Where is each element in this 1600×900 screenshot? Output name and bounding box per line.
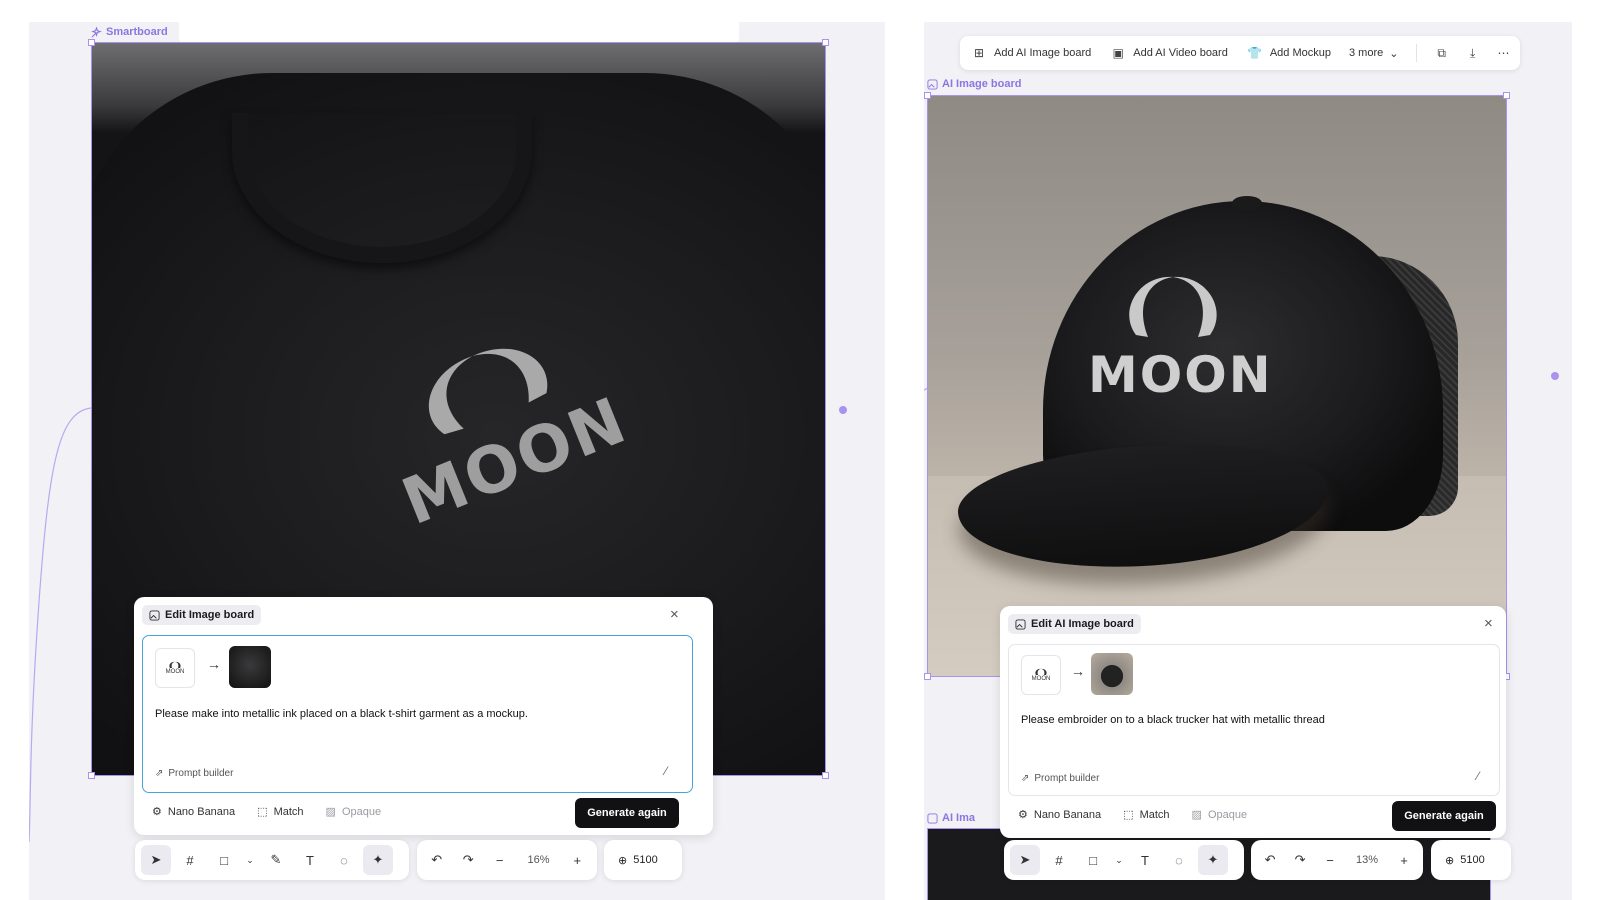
magic-wand-icon[interactable]: ⁄: [665, 764, 667, 778]
more-dropdown[interactable]: 3 more ⌄: [1349, 47, 1398, 60]
chevron-down-icon[interactable]: ⌄: [1112, 855, 1126, 866]
credits-toolbar[interactable]: ⊕ 5100: [1431, 840, 1511, 880]
add-mockup-button[interactable]: 👕 Add Mockup: [1246, 46, 1331, 60]
video-plus-icon: ▣: [1112, 46, 1124, 60]
gear-icon: ⚙: [152, 806, 162, 818]
moon-logo-embroidery: MOON: [1088, 271, 1271, 404]
edit-ai-image-panel: Edit AI Image board × MOON → Please embr…: [1000, 606, 1506, 838]
image-plus-icon: ⊞: [973, 46, 985, 60]
generate-again-button[interactable]: Generate again: [1392, 801, 1496, 831]
connection-dot[interactable]: [1551, 372, 1559, 380]
opaque-toggle[interactable]: ▨ Opaque: [325, 805, 382, 819]
text-tool-icon[interactable]: T: [1130, 845, 1160, 875]
opaque-toggle[interactable]: ▨ Opaque: [1191, 808, 1248, 822]
prompt-text[interactable]: Please make into metallic ink placed on …: [155, 708, 528, 720]
close-icon[interactable]: ×: [1484, 616, 1493, 631]
ai-sparkle-icon[interactable]: ✦: [1198, 845, 1228, 875]
match-toggle[interactable]: ⬚ Match: [257, 805, 303, 819]
select-tool-icon[interactable]: ➤: [141, 845, 171, 875]
prompt-builder-icon: ⇗: [1021, 773, 1030, 784]
add-ai-image-board-button[interactable]: ⊞ Add AI Image board: [970, 46, 1091, 60]
prompt-builder-button[interactable]: ⇗ Prompt builder: [1021, 773, 1099, 784]
tools-toolbar: ➤ # □ ⌄ T ◌ ✦: [1004, 840, 1244, 880]
arrow-right-icon: →: [207, 656, 221, 672]
close-icon[interactable]: ×: [670, 607, 679, 622]
history-zoom-toolbar: ↶ ↷ − 16% +: [417, 840, 597, 880]
tools-toolbar: ➤ # □ ⌄ ✎ T ◌ ✦: [135, 840, 409, 880]
credits-icon: ⊕: [1445, 854, 1455, 867]
chevron-down-icon[interactable]: ⌄: [243, 855, 257, 866]
model-selector[interactable]: ⚙ Nano Banana: [152, 805, 235, 819]
cap-image: MOON: [928, 96, 1506, 676]
image-icon: [927, 78, 938, 90]
smartboard-label[interactable]: Smartboard: [91, 26, 168, 38]
frame-icon: ⬚: [1123, 809, 1134, 821]
credits-icon: ⊕: [618, 854, 628, 867]
generate-again-button[interactable]: Generate again: [575, 798, 679, 828]
left-canvas[interactable]: Smartboard MOON Edit Image board × MOON …: [29, 22, 885, 900]
prompt-field[interactable]: MOON → Please embroider on to a black tr…: [1008, 644, 1500, 796]
pen-tool-icon[interactable]: ✎: [261, 845, 291, 875]
redo-icon[interactable]: ↷: [454, 845, 481, 875]
cap-image-board[interactable]: MOON: [927, 95, 1507, 677]
zoom-in-icon[interactable]: +: [564, 845, 591, 875]
prompt-builder-button[interactable]: ⇗ Prompt builder: [155, 768, 233, 779]
gear-icon: ⚙: [1018, 809, 1028, 821]
panel-title: Edit AI Image board: [1008, 614, 1141, 634]
comment-tool-icon[interactable]: ◌: [329, 845, 359, 875]
logo-thumbnail[interactable]: MOON: [155, 648, 195, 688]
zoom-level[interactable]: 13%: [1347, 854, 1387, 866]
image-icon: [149, 609, 160, 621]
hatch-icon: ▨: [325, 806, 336, 818]
divider: [1416, 44, 1418, 62]
prompt-field[interactable]: MOON → Please make into metallic ink pla…: [142, 635, 693, 793]
rectangle-tool-icon[interactable]: □: [1078, 845, 1108, 875]
ai-sparkle-icon[interactable]: ✦: [363, 845, 393, 875]
right-canvas[interactable]: ⊞ Add AI Image board ▣ Add AI Video board …: [924, 22, 1572, 900]
undo-icon[interactable]: ↶: [1257, 845, 1283, 875]
cap-thumbnail[interactable]: [1091, 653, 1133, 695]
zoom-level[interactable]: 16%: [517, 854, 559, 866]
tshirt-thumbnail[interactable]: [229, 646, 271, 688]
comment-tool-icon[interactable]: ◌: [1164, 845, 1194, 875]
more-options-icon[interactable]: ⋯: [1497, 46, 1510, 60]
chevron-down-icon: ⌄: [1389, 47, 1399, 60]
image-icon: [1015, 618, 1026, 630]
frame-icon: ⬚: [257, 806, 268, 818]
hatch-icon: ▨: [1191, 809, 1202, 821]
prompt-builder-icon: ⇗: [155, 768, 164, 779]
prompt-text[interactable]: Please embroider on to a black trucker h…: [1021, 714, 1325, 726]
panel-title: Edit Image board: [142, 605, 262, 625]
arrow-right-icon: →: [1071, 663, 1085, 679]
redo-icon[interactable]: ↷: [1287, 845, 1313, 875]
ai-image-board-label[interactable]: AI Image board: [927, 78, 1021, 90]
image-icon: [927, 812, 938, 824]
add-ai-video-board-button[interactable]: ▣ Add AI Video board: [1109, 46, 1228, 60]
history-zoom-toolbar: ↶ ↷ − 13% +: [1251, 840, 1423, 880]
connection-dot[interactable]: [839, 406, 847, 414]
lower-board-label[interactable]: AI Ima: [927, 812, 975, 824]
edit-image-panel: Edit Image board × MOON → Please make in…: [134, 597, 713, 835]
logo-thumbnail[interactable]: MOON: [1021, 655, 1061, 695]
credits-toolbar[interactable]: ⊕ 5100: [604, 840, 682, 880]
copy-icon[interactable]: ⧉: [1435, 46, 1448, 61]
smartboard-icon: [91, 26, 102, 37]
match-toggle[interactable]: ⬚ Match: [1123, 808, 1169, 822]
magic-wand-icon[interactable]: ⁄: [1477, 769, 1479, 783]
rectangle-tool-icon[interactable]: □: [209, 845, 239, 875]
select-tool-icon[interactable]: ➤: [1010, 845, 1040, 875]
frame-tool-icon[interactable]: #: [175, 845, 205, 875]
board-toolbar: ⊞ Add AI Image board ▣ Add AI Video board …: [960, 36, 1520, 70]
model-selector[interactable]: ⚙ Nano Banana: [1018, 808, 1101, 822]
zoom-out-icon[interactable]: −: [1317, 845, 1343, 875]
text-tool-icon[interactable]: T: [295, 845, 325, 875]
frame-tool-icon[interactable]: #: [1044, 845, 1074, 875]
shirt-icon: 👕: [1247, 46, 1263, 60]
zoom-out-icon[interactable]: −: [486, 845, 513, 875]
zoom-in-icon[interactable]: +: [1391, 845, 1417, 875]
download-icon[interactable]: ⤓: [1466, 46, 1479, 61]
undo-icon[interactable]: ↶: [423, 845, 450, 875]
